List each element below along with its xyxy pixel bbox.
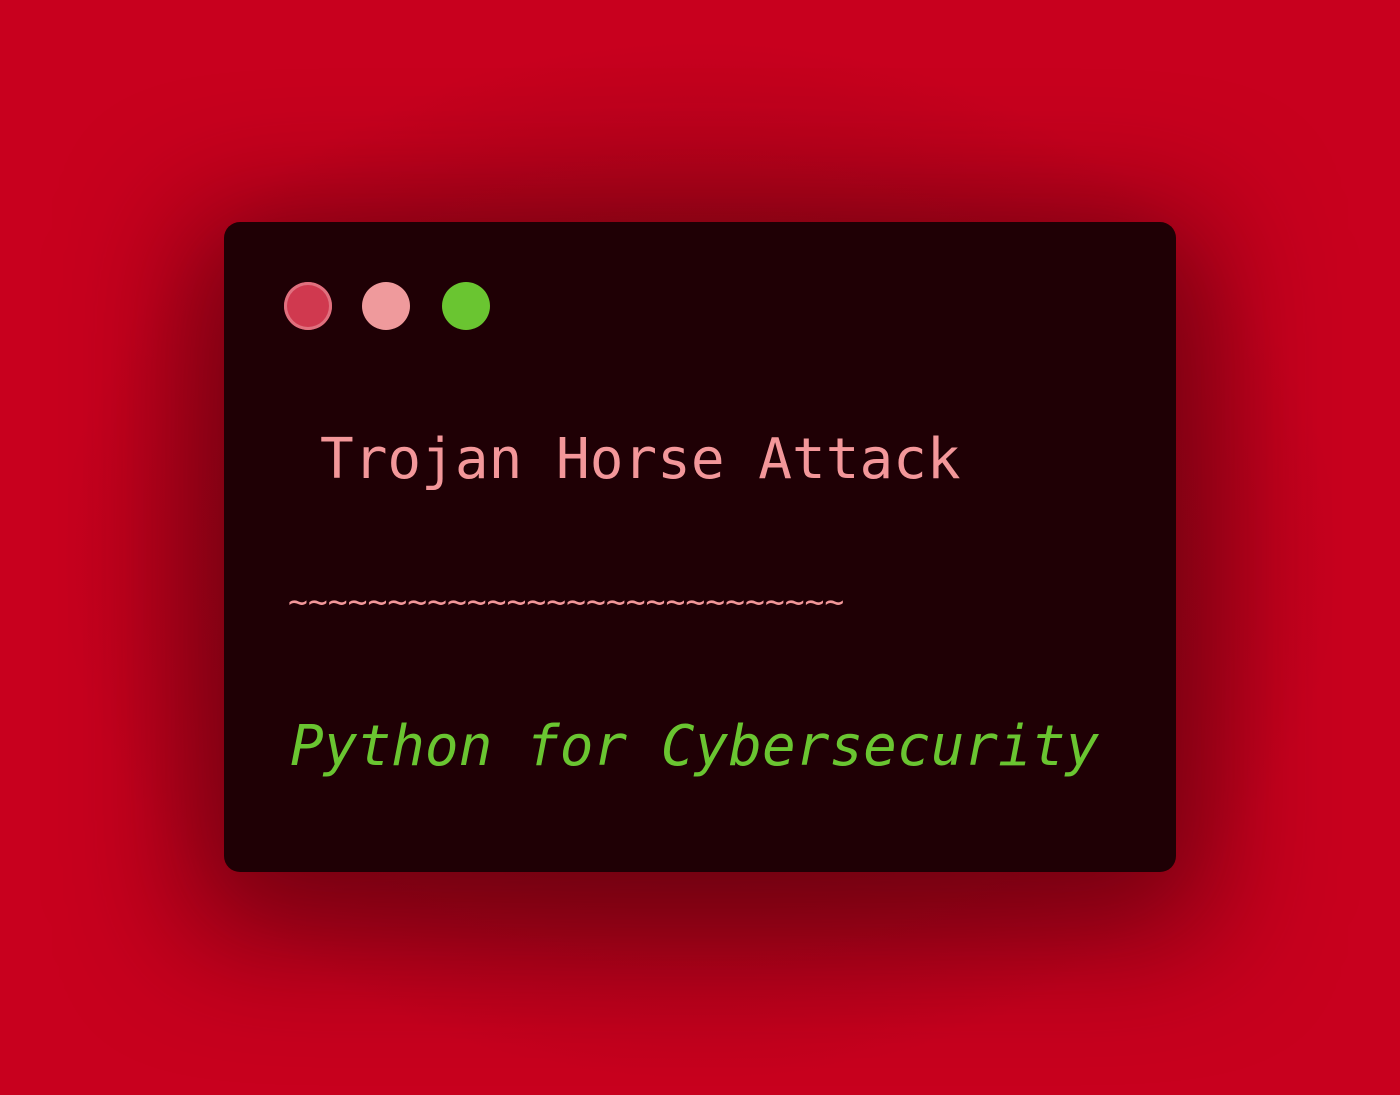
minimize-dot-icon[interactable] (362, 282, 410, 330)
close-dot-icon[interactable] (284, 282, 332, 330)
terminal-window: Trojan Horse Attack ~~~~~~~~~~~~~~~~~~~~… (224, 222, 1176, 872)
maximize-dot-icon[interactable] (442, 282, 490, 330)
window-title: Trojan Horse Attack (320, 427, 961, 492)
tilde-divider: ~~~~~~~~~~~~~~~~~~~~~~~~~~~~ (288, 582, 845, 621)
window-subtitle: Python for Cybersecurity (290, 714, 1100, 779)
